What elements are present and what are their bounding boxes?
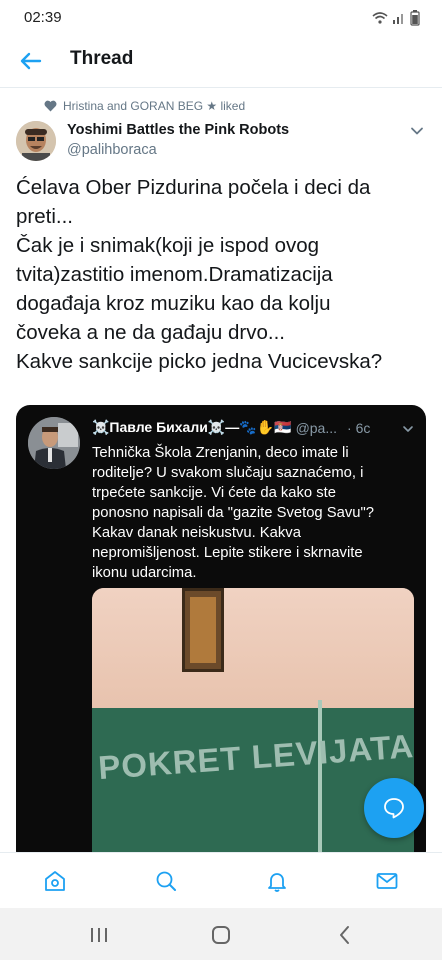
social-context: Hristina and GORAN BEG ★ liked	[44, 97, 245, 115]
android-nav-bar	[0, 908, 442, 960]
signal-icon	[393, 14, 403, 24]
author-name[interactable]: Yoshimi Battles the Pink Robots	[67, 122, 289, 138]
quoted-avatar-image	[28, 417, 80, 469]
media-icon-painting	[182, 588, 224, 672]
avatar-image	[16, 121, 56, 161]
tweet-line: Kakve sankcije picko jedna Vucicevska?	[16, 350, 383, 373]
battery-icon	[410, 10, 420, 26]
reply-bubble-icon	[384, 798, 404, 819]
avatar[interactable]	[16, 121, 56, 161]
quoted-line: Kakav danak neiskustvu. Kakva	[92, 525, 301, 541]
chevron-down-icon[interactable]	[410, 124, 424, 138]
quoted-line: ponosno napisali da "gazite Svetog Savu"…	[92, 505, 374, 521]
heart-icon	[44, 100, 57, 112]
status-time: 02:39	[24, 9, 62, 26]
wifi-icon	[372, 12, 388, 24]
quoted-line: trpećete sankcije. Vi ćete da kako ste	[92, 485, 337, 501]
status-icons	[372, 10, 420, 26]
author-handle[interactable]: @palihboraca	[67, 142, 157, 158]
media-board-edge	[318, 700, 322, 865]
thread-header: Thread	[0, 34, 442, 88]
quoted-line: ikonu udarcima.	[92, 565, 197, 581]
tweet-line: događaja kroz muziku kao da kolju	[16, 292, 331, 315]
quoted-header: ☠️Павле Бихали☠️—🐾✋🇷🇸 @pa... · 6c	[92, 419, 412, 436]
tweet-text: Ćelava Ober Pizdurina počela i deci da p…	[16, 173, 428, 376]
media-wall	[92, 588, 414, 708]
page-title: Thread	[70, 48, 134, 69]
quoted-tweet-card[interactable]: ☠️Павле Бихали☠️—🐾✋🇷🇸 @pa... · 6c Tehnič…	[16, 405, 426, 865]
tweet-line: tvita)zastitio imenom.Dramatizacija	[16, 263, 333, 286]
recents-icon[interactable]	[88, 924, 110, 946]
quoted-author-handle[interactable]: @pa...	[296, 420, 337, 436]
quoted-line: nepromišljenost. Lepite stikere i skrnav…	[92, 545, 363, 561]
tweet-line: čoveka a ne da gađaju drvo...	[16, 321, 285, 344]
quoted-line: roditelje? U svakom slučaju saznaćemo, i	[92, 465, 364, 481]
arrow-left-icon[interactable]	[18, 48, 44, 74]
home-button-icon[interactable]	[210, 924, 232, 946]
bottom-nav	[0, 852, 442, 908]
chevron-down-icon[interactable]	[402, 423, 414, 435]
media-icon-figure	[190, 597, 216, 663]
tweet-line: Čak je i snimak(koji je ispod ovog	[16, 234, 320, 257]
quoted-avatar[interactable]	[28, 417, 80, 469]
reply-fab-button[interactable]	[364, 778, 424, 838]
quoted-media[interactable]: POKRET LEVIJATAN	[92, 588, 414, 865]
quoted-timestamp: · 6c	[347, 419, 371, 436]
quoted-line: Tehnička Škola Zrenjanin, deco imate li	[92, 445, 349, 461]
home-icon[interactable]	[43, 869, 67, 893]
notifications-icon[interactable]	[265, 869, 289, 893]
search-icon[interactable]	[154, 869, 178, 893]
back-icon[interactable]	[334, 924, 356, 946]
tweet-line: Ćelava Ober Pizdurina počela i deci da	[16, 176, 371, 199]
messages-icon[interactable]	[375, 869, 399, 893]
quoted-text: Tehnička Škola Zrenjanin, deco imate li …	[92, 443, 412, 583]
quoted-author-name[interactable]: ☠️Павле Бихали☠️—🐾✋🇷🇸	[92, 419, 292, 436]
liked-text[interactable]: Hristina and GORAN BEG ★ liked	[63, 99, 245, 113]
tweet-line: preti...	[16, 205, 73, 228]
status-bar: 02:39	[0, 0, 442, 34]
